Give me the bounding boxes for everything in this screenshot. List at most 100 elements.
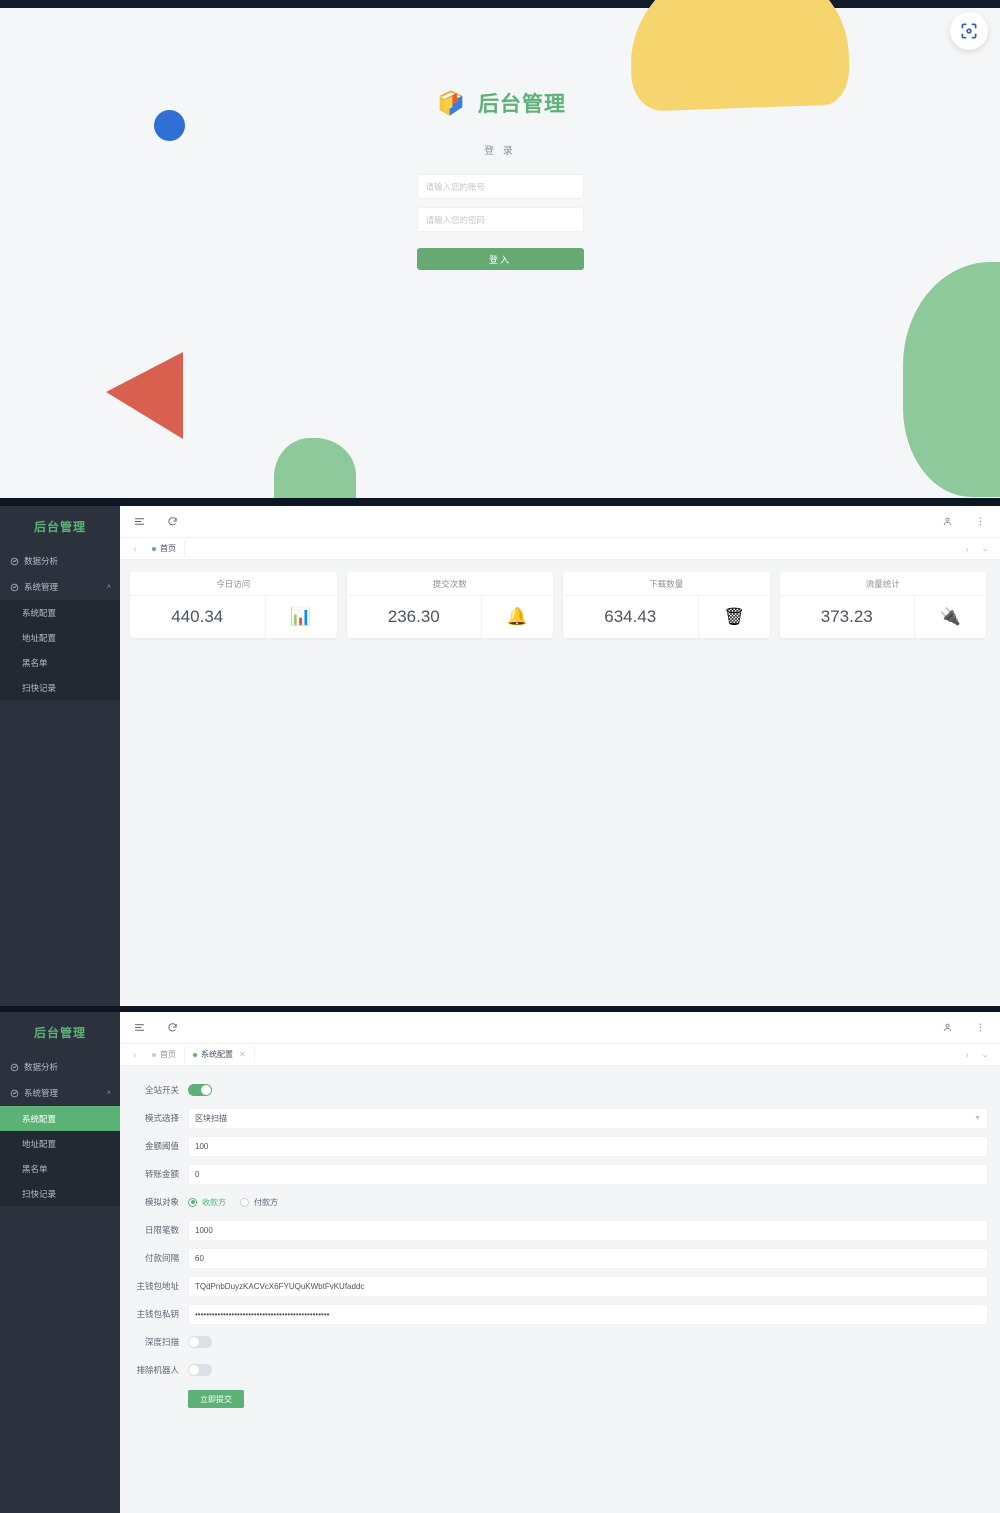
radio-ring bbox=[188, 1198, 197, 1207]
radio-payer[interactable]: 付款方 bbox=[240, 1197, 278, 1208]
user-icon[interactable] bbox=[942, 1022, 953, 1033]
radio-payee[interactable]: 收款方 bbox=[188, 1197, 226, 1208]
close-icon[interactable]: ✕ bbox=[239, 1050, 246, 1059]
sidebar-item-data-analysis[interactable]: 数据分析 bbox=[0, 548, 120, 574]
password-input[interactable] bbox=[417, 207, 584, 232]
decor-green-blob-bottom bbox=[274, 438, 356, 498]
stat-card: 下载数量 634.43 🗑 bbox=[563, 572, 770, 638]
toggle-knob bbox=[189, 1365, 199, 1375]
sidebar-item-blacklist[interactable]: 黑名单 bbox=[0, 650, 120, 675]
field-control bbox=[188, 1304, 988, 1325]
topbar bbox=[120, 1012, 1000, 1044]
sidebar-item-system-config[interactable]: 系统配置 bbox=[0, 600, 120, 625]
mode-select[interactable]: 区块扫描 ▼ bbox=[188, 1108, 988, 1129]
field-label: 深度扫描 bbox=[130, 1336, 188, 1348]
stat-card-body: 440.34 📊 bbox=[130, 596, 337, 638]
form-row-deep-scan: 深度扫描 bbox=[130, 1328, 988, 1356]
form-row-wallet-address: 主钱包地址 bbox=[130, 1272, 988, 1300]
login-submit-button[interactable]: 登入 bbox=[417, 248, 584, 270]
hamburger-icon[interactable] bbox=[134, 1022, 145, 1033]
more-vertical-icon[interactable] bbox=[975, 1022, 986, 1033]
transfer-amount-input[interactable] bbox=[188, 1164, 988, 1185]
exclude-bots-toggle[interactable] bbox=[188, 1364, 212, 1376]
wallet-private-key-input[interactable] bbox=[188, 1304, 988, 1325]
stat-card-body: 236.30 🔔 bbox=[347, 596, 554, 638]
field-control: 区块扫描 ▼ bbox=[188, 1108, 988, 1129]
tab-scroll-right-icon[interactable]: › bbox=[958, 1050, 976, 1060]
gear-icon bbox=[10, 1089, 19, 1098]
chart-bar-icon: 📊 bbox=[265, 596, 337, 638]
tab-system-config[interactable]: 系统配置 ✕ bbox=[185, 1047, 255, 1063]
sidebar-submenu: 系统配置 地址配置 黑名单 扫快记录 bbox=[0, 1106, 120, 1206]
brand-title: 后台管理 bbox=[478, 88, 566, 118]
sidebar-sublabel: 系统配置 bbox=[22, 1113, 56, 1125]
submit-button[interactable]: 立即提交 bbox=[188, 1390, 244, 1408]
scan-qr-button[interactable] bbox=[950, 12, 988, 50]
tab-scroll-left-icon[interactable]: ‹ bbox=[126, 544, 144, 554]
stat-card-title: 下载数量 bbox=[563, 572, 770, 596]
stat-card-value: 236.30 bbox=[347, 596, 482, 638]
tab-home[interactable]: 首页 bbox=[144, 1047, 185, 1063]
field-control bbox=[188, 1336, 988, 1348]
sidebar-item-address-config[interactable]: 地址配置 bbox=[0, 1131, 120, 1156]
tab-status-dot bbox=[152, 1053, 156, 1057]
form-row-simulate-target: 模拟对象 收款方 付款方 bbox=[130, 1188, 988, 1216]
field-control bbox=[188, 1248, 988, 1269]
form-row-daily-limit: 日限笔数 bbox=[130, 1216, 988, 1244]
site-switch-toggle[interactable] bbox=[188, 1084, 212, 1096]
daily-limit-input[interactable] bbox=[188, 1220, 988, 1241]
radio-label: 收款方 bbox=[202, 1197, 226, 1208]
stat-card: 今日访问 440.34 📊 bbox=[130, 572, 337, 638]
account-input[interactable] bbox=[417, 174, 584, 199]
tab-dropdown-icon[interactable]: ⌄ bbox=[976, 1049, 994, 1060]
field-control bbox=[188, 1364, 988, 1376]
field-control bbox=[188, 1276, 988, 1297]
tabbar-config: ‹ 首页 系统配置 ✕ › ⌄ bbox=[120, 1044, 1000, 1066]
plug-icon: 🔌 bbox=[914, 596, 986, 638]
deep-scan-toggle[interactable] bbox=[188, 1336, 212, 1348]
wallet-address-input[interactable] bbox=[188, 1276, 988, 1297]
refresh-icon[interactable] bbox=[167, 516, 178, 527]
field-control bbox=[188, 1136, 988, 1157]
sidebar-sublabel: 系统配置 bbox=[22, 607, 56, 619]
more-vertical-icon[interactable] bbox=[975, 516, 986, 527]
field-label: 排除机器人 bbox=[130, 1364, 188, 1376]
sidebar-item-data-analysis[interactable]: 数据分析 bbox=[0, 1054, 120, 1080]
field-label: 付款间隔 bbox=[130, 1252, 188, 1264]
stat-card-title: 提交次数 bbox=[347, 572, 554, 596]
user-icon[interactable] bbox=[942, 516, 953, 527]
tab-dropdown-icon[interactable]: ⌄ bbox=[976, 543, 994, 554]
stat-card-title: 今日访问 bbox=[130, 572, 337, 596]
gear-icon bbox=[10, 583, 19, 592]
decor-green-blob-right bbox=[903, 262, 1000, 497]
stat-card-value: 634.43 bbox=[563, 596, 698, 638]
dashboard-panel: 后台管理 数据分析 系统管理 ˄ 系统配置 地址配置 bbox=[0, 506, 1000, 1006]
payment-interval-input[interactable] bbox=[188, 1248, 988, 1269]
refresh-icon[interactable] bbox=[167, 1022, 178, 1033]
sidebar-item-blacklist[interactable]: 黑名单 bbox=[0, 1156, 120, 1181]
sidebar-sublabel: 地址配置 bbox=[22, 632, 56, 644]
sidebar-label: 数据分析 bbox=[24, 1061, 58, 1073]
sidebar-title: 后台管理 bbox=[0, 1012, 120, 1054]
sidebar-sublabel: 黑名单 bbox=[22, 657, 48, 669]
login-container: 后台管理 登 录 登入 bbox=[0, 86, 1000, 270]
sidebar-sublabel: 地址配置 bbox=[22, 1138, 56, 1150]
sidebar-item-scan-records[interactable]: 扫快记录 bbox=[0, 675, 120, 700]
sidebar-sublabel: 扫快记录 bbox=[22, 682, 56, 694]
tab-scroll-left-icon[interactable]: ‹ bbox=[126, 1050, 144, 1060]
form-row-mode-select: 模式选择 区块扫描 ▼ bbox=[130, 1104, 988, 1132]
sidebar-item-address-config[interactable]: 地址配置 bbox=[0, 625, 120, 650]
field-label: 转账金额 bbox=[130, 1168, 188, 1180]
hamburger-icon[interactable] bbox=[134, 516, 145, 527]
tab-home[interactable]: 首页 bbox=[144, 541, 185, 557]
system-config-panel: 后台管理 数据分析 系统管理 ˄ 系统配置 地址配置 bbox=[0, 1012, 1000, 1513]
sidebar-sublabel: 扫快记录 bbox=[22, 1188, 56, 1200]
tab-scroll-right-icon[interactable]: › bbox=[958, 544, 976, 554]
amount-threshold-input[interactable] bbox=[188, 1136, 988, 1157]
sidebar-item-system-management[interactable]: 系统管理 ˄ bbox=[0, 1080, 120, 1106]
field-label: 模式选择 bbox=[130, 1112, 188, 1124]
sidebar-item-system-management[interactable]: 系统管理 ˄ bbox=[0, 574, 120, 600]
sidebar-item-system-config[interactable]: 系统配置 bbox=[0, 1106, 120, 1131]
sidebar-item-scan-records[interactable]: 扫快记录 bbox=[0, 1181, 120, 1206]
panel-separator-1 bbox=[0, 498, 1000, 506]
